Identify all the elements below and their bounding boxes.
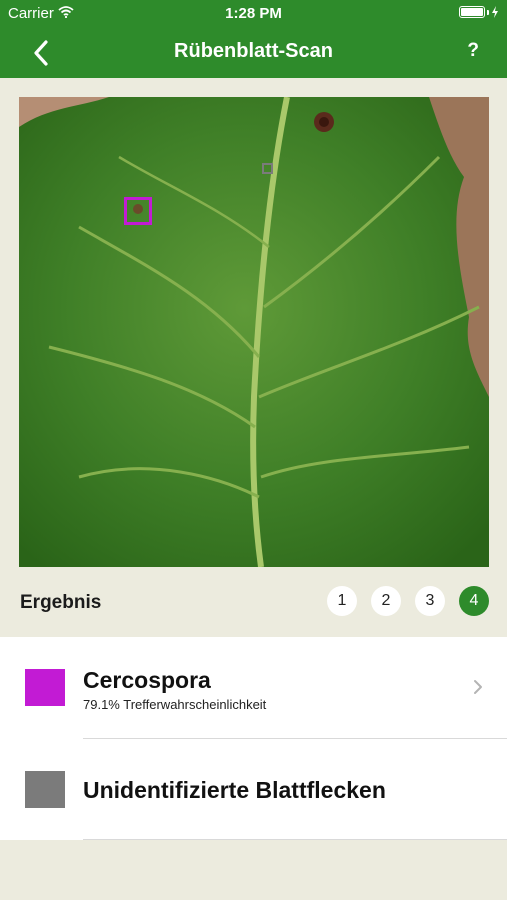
detection-name: Unidentifizierte Blattflecken: [83, 777, 386, 803]
help-button[interactable]: ?: [467, 40, 479, 62]
chevron-right-icon: [474, 680, 482, 694]
detection-list: Cercospora 79.1% Trefferwahrscheinlichke…: [0, 637, 507, 840]
result-label: Ergebnis: [20, 592, 102, 613]
cercospora-marker[interactable]: [124, 197, 152, 225]
leaf-scan-image: [19, 97, 489, 567]
detection-row-cercospora[interactable]: Cercospora 79.1% Trefferwahrscheinlichke…: [0, 637, 507, 738]
status-bar: Carrier 1:28 PM: [0, 0, 507, 28]
clock: 1:28 PM: [225, 5, 282, 22]
page-button-1[interactable]: 1: [327, 586, 357, 616]
charging-icon: [492, 6, 498, 18]
result-header: Ergebnis 1 2 3 4: [0, 578, 507, 626]
unidentified-spot-marker[interactable]: [262, 163, 273, 174]
page-button-4[interactable]: 4: [459, 586, 489, 616]
nav-bar: Rübenblatt-Scan ?: [0, 28, 507, 78]
cercospora-color-swatch: [25, 669, 65, 706]
divider: [83, 839, 507, 840]
page-button-2[interactable]: 2: [371, 586, 401, 616]
detection-name: Cercospora: [83, 667, 211, 693]
page-selector: 1 2 3 4: [327, 586, 489, 616]
page-button-3[interactable]: 3: [415, 586, 445, 616]
detection-probability: 79.1% Trefferwahrscheinlichkeit: [83, 697, 267, 712]
page-title: Rübenblatt-Scan: [174, 40, 333, 62]
detection-row-unidentified[interactable]: Unidentifizierte Blattflecken: [0, 739, 507, 840]
battery-icon: [459, 6, 499, 18]
unidentified-color-swatch: [25, 771, 65, 808]
